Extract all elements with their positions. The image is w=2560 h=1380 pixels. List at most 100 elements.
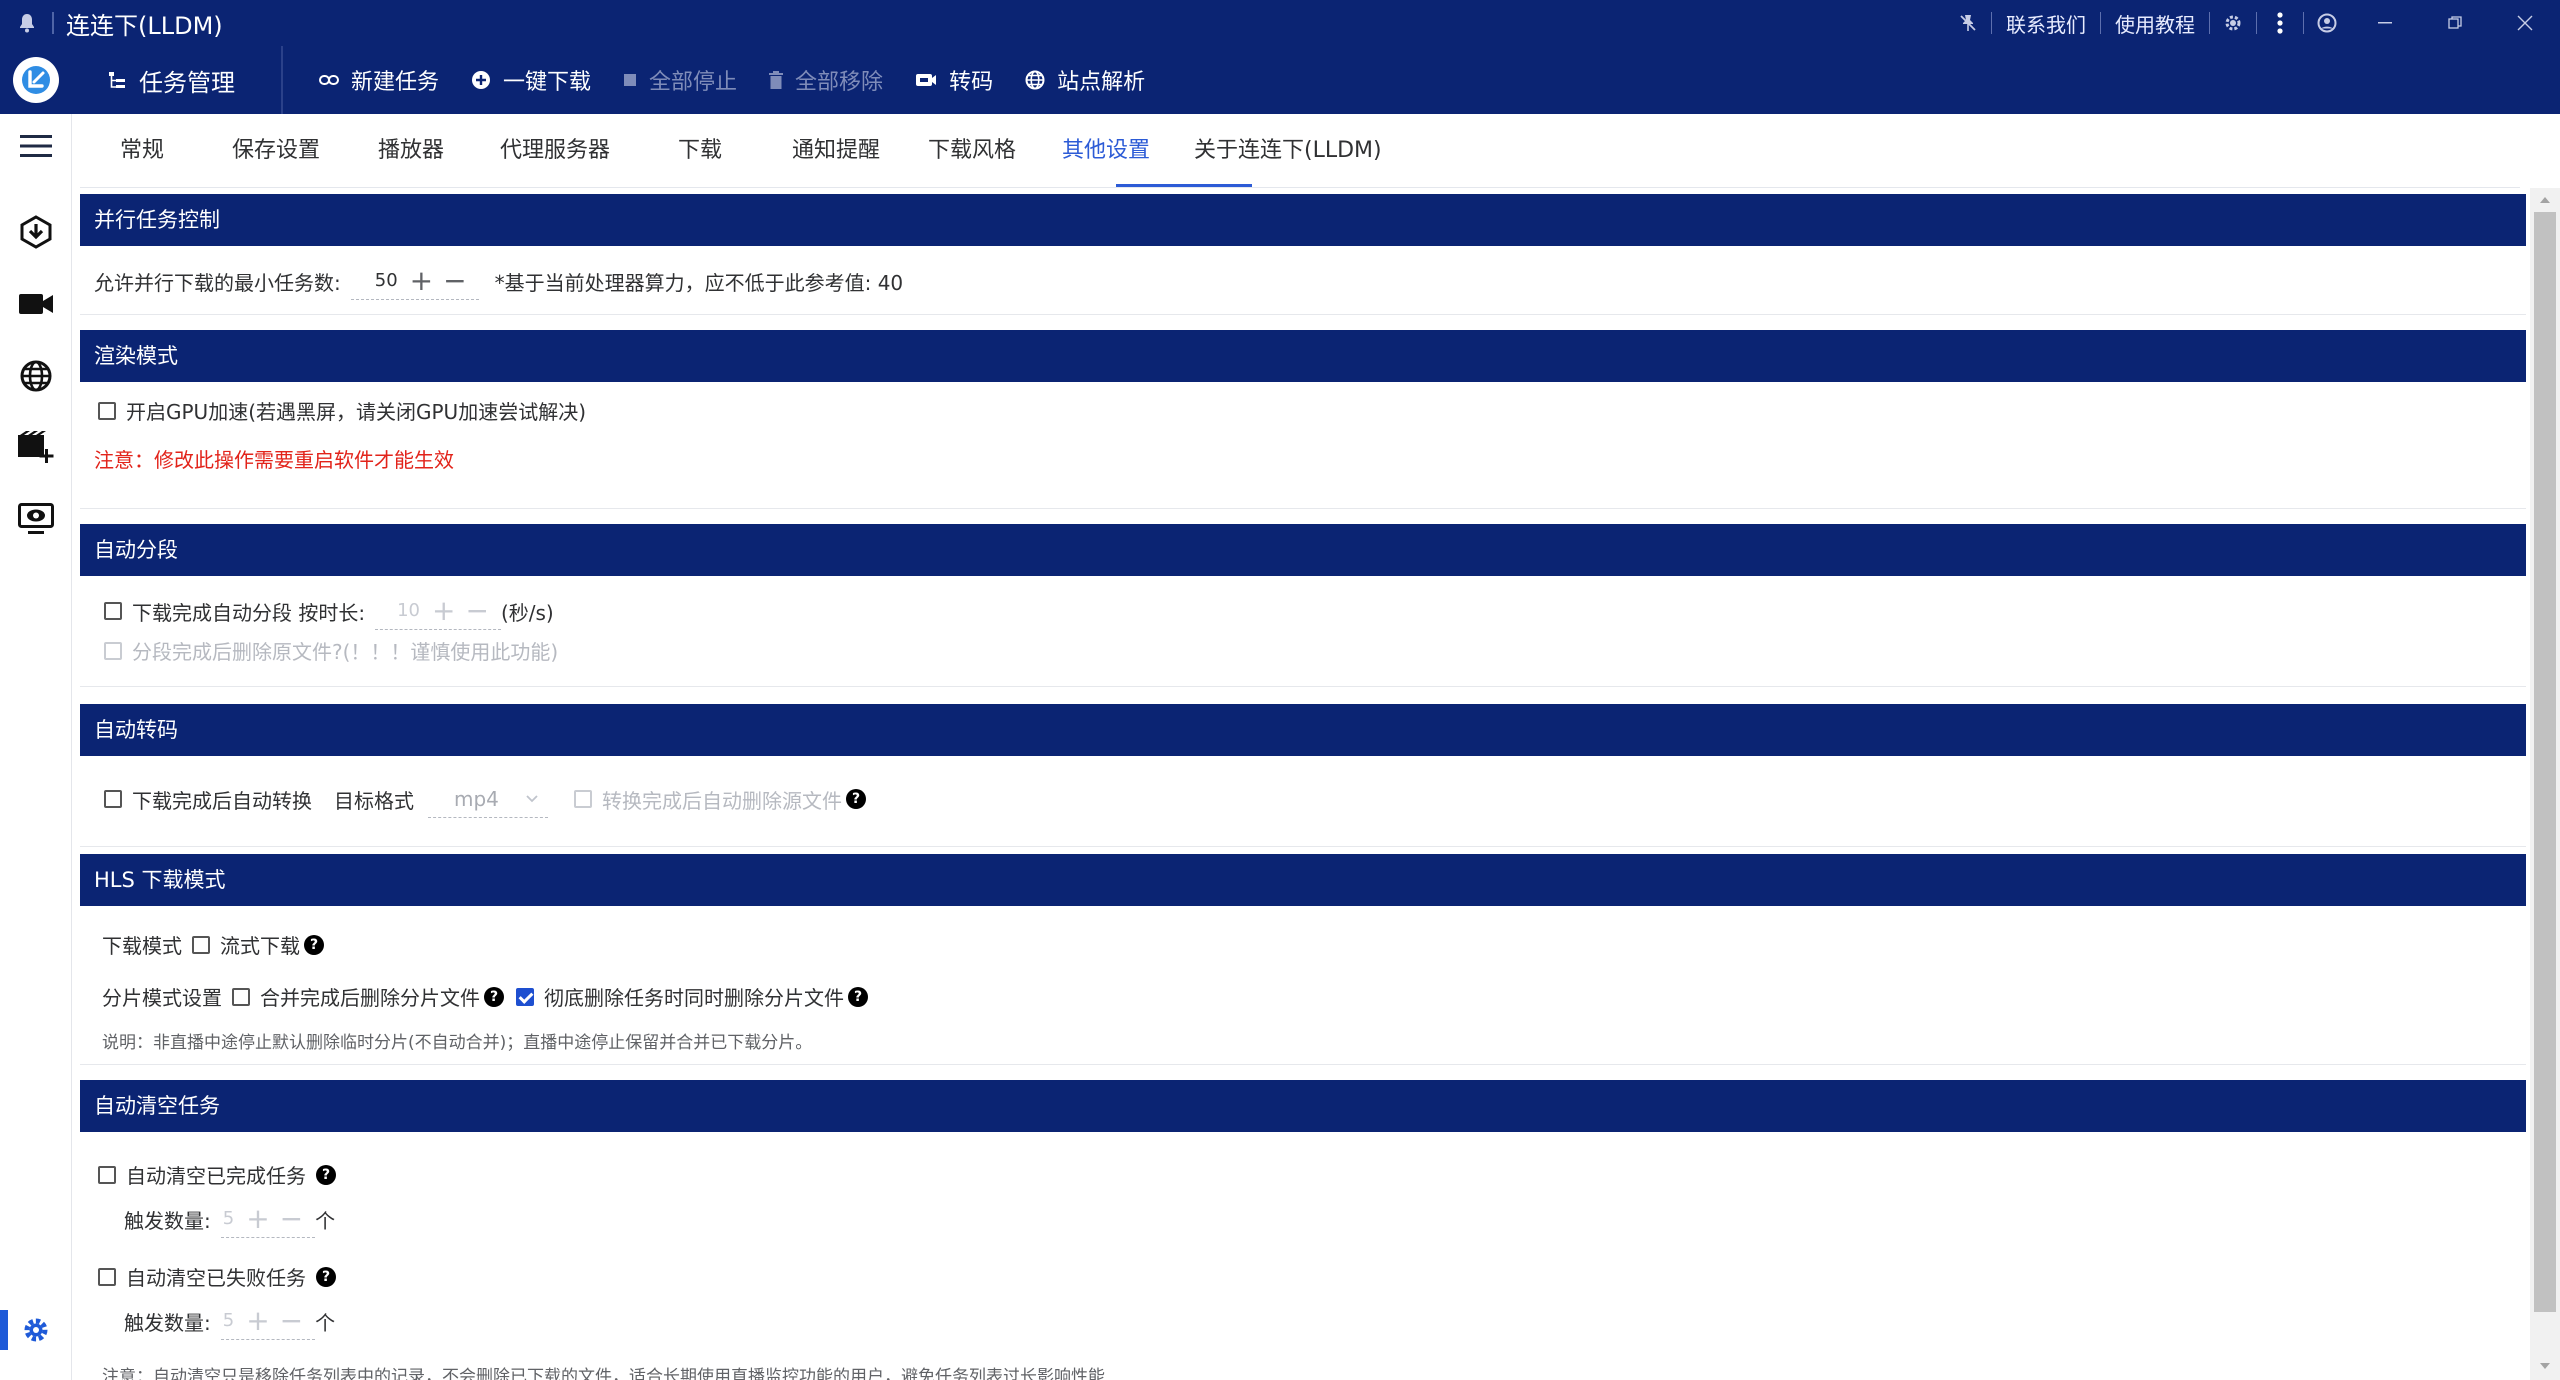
thorough-delete-checkbox[interactable] [516,987,534,1006]
target-format-select[interactable]: mp4 [428,780,548,818]
tutorial-link[interactable]: 使用教程 [2101,9,2209,38]
auto-segment-section-header: 自动分段 [80,524,2526,576]
parallel-value[interactable]: 50 [375,270,398,291]
site-parse-button[interactable]: 站点解析 [1025,64,1145,96]
completed-trigger-value[interactable]: 5 [223,1208,234,1229]
help-icon[interactable]: ? [846,789,866,809]
tab-proxy[interactable]: 代理服务器 [500,114,610,188]
tree-icon [109,72,125,88]
bell-icon[interactable] [14,10,40,36]
clear-failed-label[interactable]: 自动清空已失败任务 [126,1262,306,1291]
pin-off-icon[interactable] [1945,0,1991,46]
decrement-button[interactable]: − [443,266,466,295]
globe-icon[interactable] [0,348,72,404]
stop-all-button[interactable]: 全部停止 [623,64,737,96]
stop-all-label: 全部停止 [649,70,738,95]
auto-segment-label[interactable]: 下载完成自动分段 按时长: [132,597,365,626]
failed-trigger-stepper[interactable]: 5 + − [220,1302,316,1340]
trigger-unit: 个 [315,1208,336,1233]
menu-icon[interactable] [0,118,72,174]
one-click-download-label: 一键下载 [503,70,592,95]
increment-button[interactable]: + [432,596,455,625]
increment-button[interactable]: + [246,1204,269,1233]
task-management-title[interactable]: 任务管理 [107,63,235,98]
merge-delete-checkbox[interactable] [232,987,250,1006]
trigger-count-label: 触发数量: [124,1310,211,1335]
download-icon[interactable] [0,204,72,260]
thorough-delete-label[interactable]: 彻底删除任务时同时删除分片文件 [544,982,844,1011]
remove-all-button[interactable]: 全部移除 [769,64,883,96]
auto-segment-checkbox[interactable] [104,602,122,620]
help-icon[interactable]: ? [316,1164,336,1185]
scroll-down-icon[interactable] [2535,1356,2555,1376]
tab-general[interactable]: 常规 [120,114,164,188]
increment-button[interactable]: + [410,266,433,295]
scroll-thumb[interactable] [2534,212,2556,1312]
tab-notifications[interactable]: 通知提醒 [792,114,880,188]
failed-trigger-value[interactable]: 5 [223,1310,234,1331]
help-icon[interactable]: ? [304,934,324,955]
delete-source-label[interactable]: 转换完成后自动删除源文件 [602,785,842,814]
segment-duration-stepper[interactable]: 10 + − [375,592,501,630]
active-tab-underline [1116,184,1252,187]
tab-download[interactable]: 下载 [678,114,722,188]
app-logo [13,57,59,103]
restore-button[interactable] [2420,0,2490,46]
segment-delete-row: 分段完成后删除原文件?(！！！谨慎使用此功能) [104,636,558,665]
completed-trigger-stepper[interactable]: 5 + − [220,1200,316,1238]
segment-delete-label[interactable]: 分段完成后删除原文件?(！！！谨慎使用此功能) [132,636,558,665]
more-vertical-icon[interactable] [2257,0,2303,46]
new-task-button[interactable]: 新建任务 [319,64,439,96]
render-warning: 注意：修改此操作需要重启软件才能生效 [94,448,454,472]
monitor-eye-icon[interactable] [0,492,72,548]
clear-failed-checkbox[interactable] [98,1267,116,1286]
settings-gear-icon[interactable] [0,1302,72,1358]
section-divider [80,314,2526,315]
one-click-download-button[interactable]: 一键下载 [471,64,591,96]
clear-completed-checkbox[interactable] [98,1165,116,1184]
tab-download-style[interactable]: 下载风格 [928,114,1016,188]
auto-transcode-label[interactable]: 下载完成后自动转换 [132,785,312,814]
help-icon[interactable]: ? [316,1266,336,1287]
clear-completed-label[interactable]: 自动清空已完成任务 [126,1160,306,1189]
contact-link[interactable]: 联系我们 [1992,9,2100,38]
gpu-checkbox[interactable] [98,401,116,420]
auto-segment-row: 下载完成自动分段 按时长: 10 + − (秒/s) [104,592,554,630]
parallel-note: *基于当前处理器算力，应不低于此参考值: 40 [494,270,904,295]
tab-save-settings[interactable]: 保存设置 [232,114,320,188]
user-icon[interactable] [2304,0,2350,46]
segment-delete-checkbox[interactable] [104,641,122,660]
scroll-up-icon[interactable] [2535,190,2555,210]
title-bar: 连连下(LLDM) 联系我们 使用教程 [0,0,2560,46]
increment-button[interactable]: + [246,1306,269,1335]
tab-player[interactable]: 播放器 [378,114,444,188]
help-icon[interactable]: ? [484,986,504,1007]
decrement-button[interactable]: − [280,1204,303,1233]
tab-other-settings[interactable]: 其他设置 [1062,114,1150,188]
section-divider [80,846,2526,847]
transcode-button[interactable]: 转码 [915,64,993,96]
video-camera-icon[interactable] [0,276,72,332]
stream-download-label[interactable]: 流式下载 [220,930,300,959]
segment-duration-value[interactable]: 10 [397,600,420,621]
gear-icon[interactable] [2210,0,2256,46]
auto-clear-section-header: 自动清空任务 [80,1080,2526,1132]
delete-source-checkbox[interactable] [574,790,592,808]
gpu-label[interactable]: 开启GPU加速(若遇黑屏，请关闭GPU加速尝试解决) [126,396,586,425]
merge-delete-label[interactable]: 合并完成后删除分片文件 [260,982,480,1011]
help-icon[interactable]: ? [848,986,868,1007]
auto-transcode-checkbox[interactable] [104,790,122,808]
decrement-button[interactable]: − [280,1306,303,1335]
parallel-stepper[interactable]: 50 + − [350,262,479,300]
hls-note: 说明：非直播中途停止默认删除临时分片(不自动合并)；直播中途停止保留并合并已下载… [102,1033,813,1053]
close-button[interactable] [2490,0,2560,46]
decrement-button[interactable]: − [465,596,488,625]
minimize-button[interactable] [2350,0,2420,46]
toolbar: 任务管理 新建任务 一键下载 全部停止 全部移除 转码 站点解析 [0,46,2560,114]
video-add-icon[interactable] [0,420,72,476]
target-format-label: 目标格式 [334,788,414,813]
tab-about[interactable]: 关于连连下(LLDM) [1194,114,1382,188]
trash-icon [769,71,784,89]
target-format-value: mp4 [454,786,499,811]
stream-download-checkbox[interactable] [192,935,210,954]
